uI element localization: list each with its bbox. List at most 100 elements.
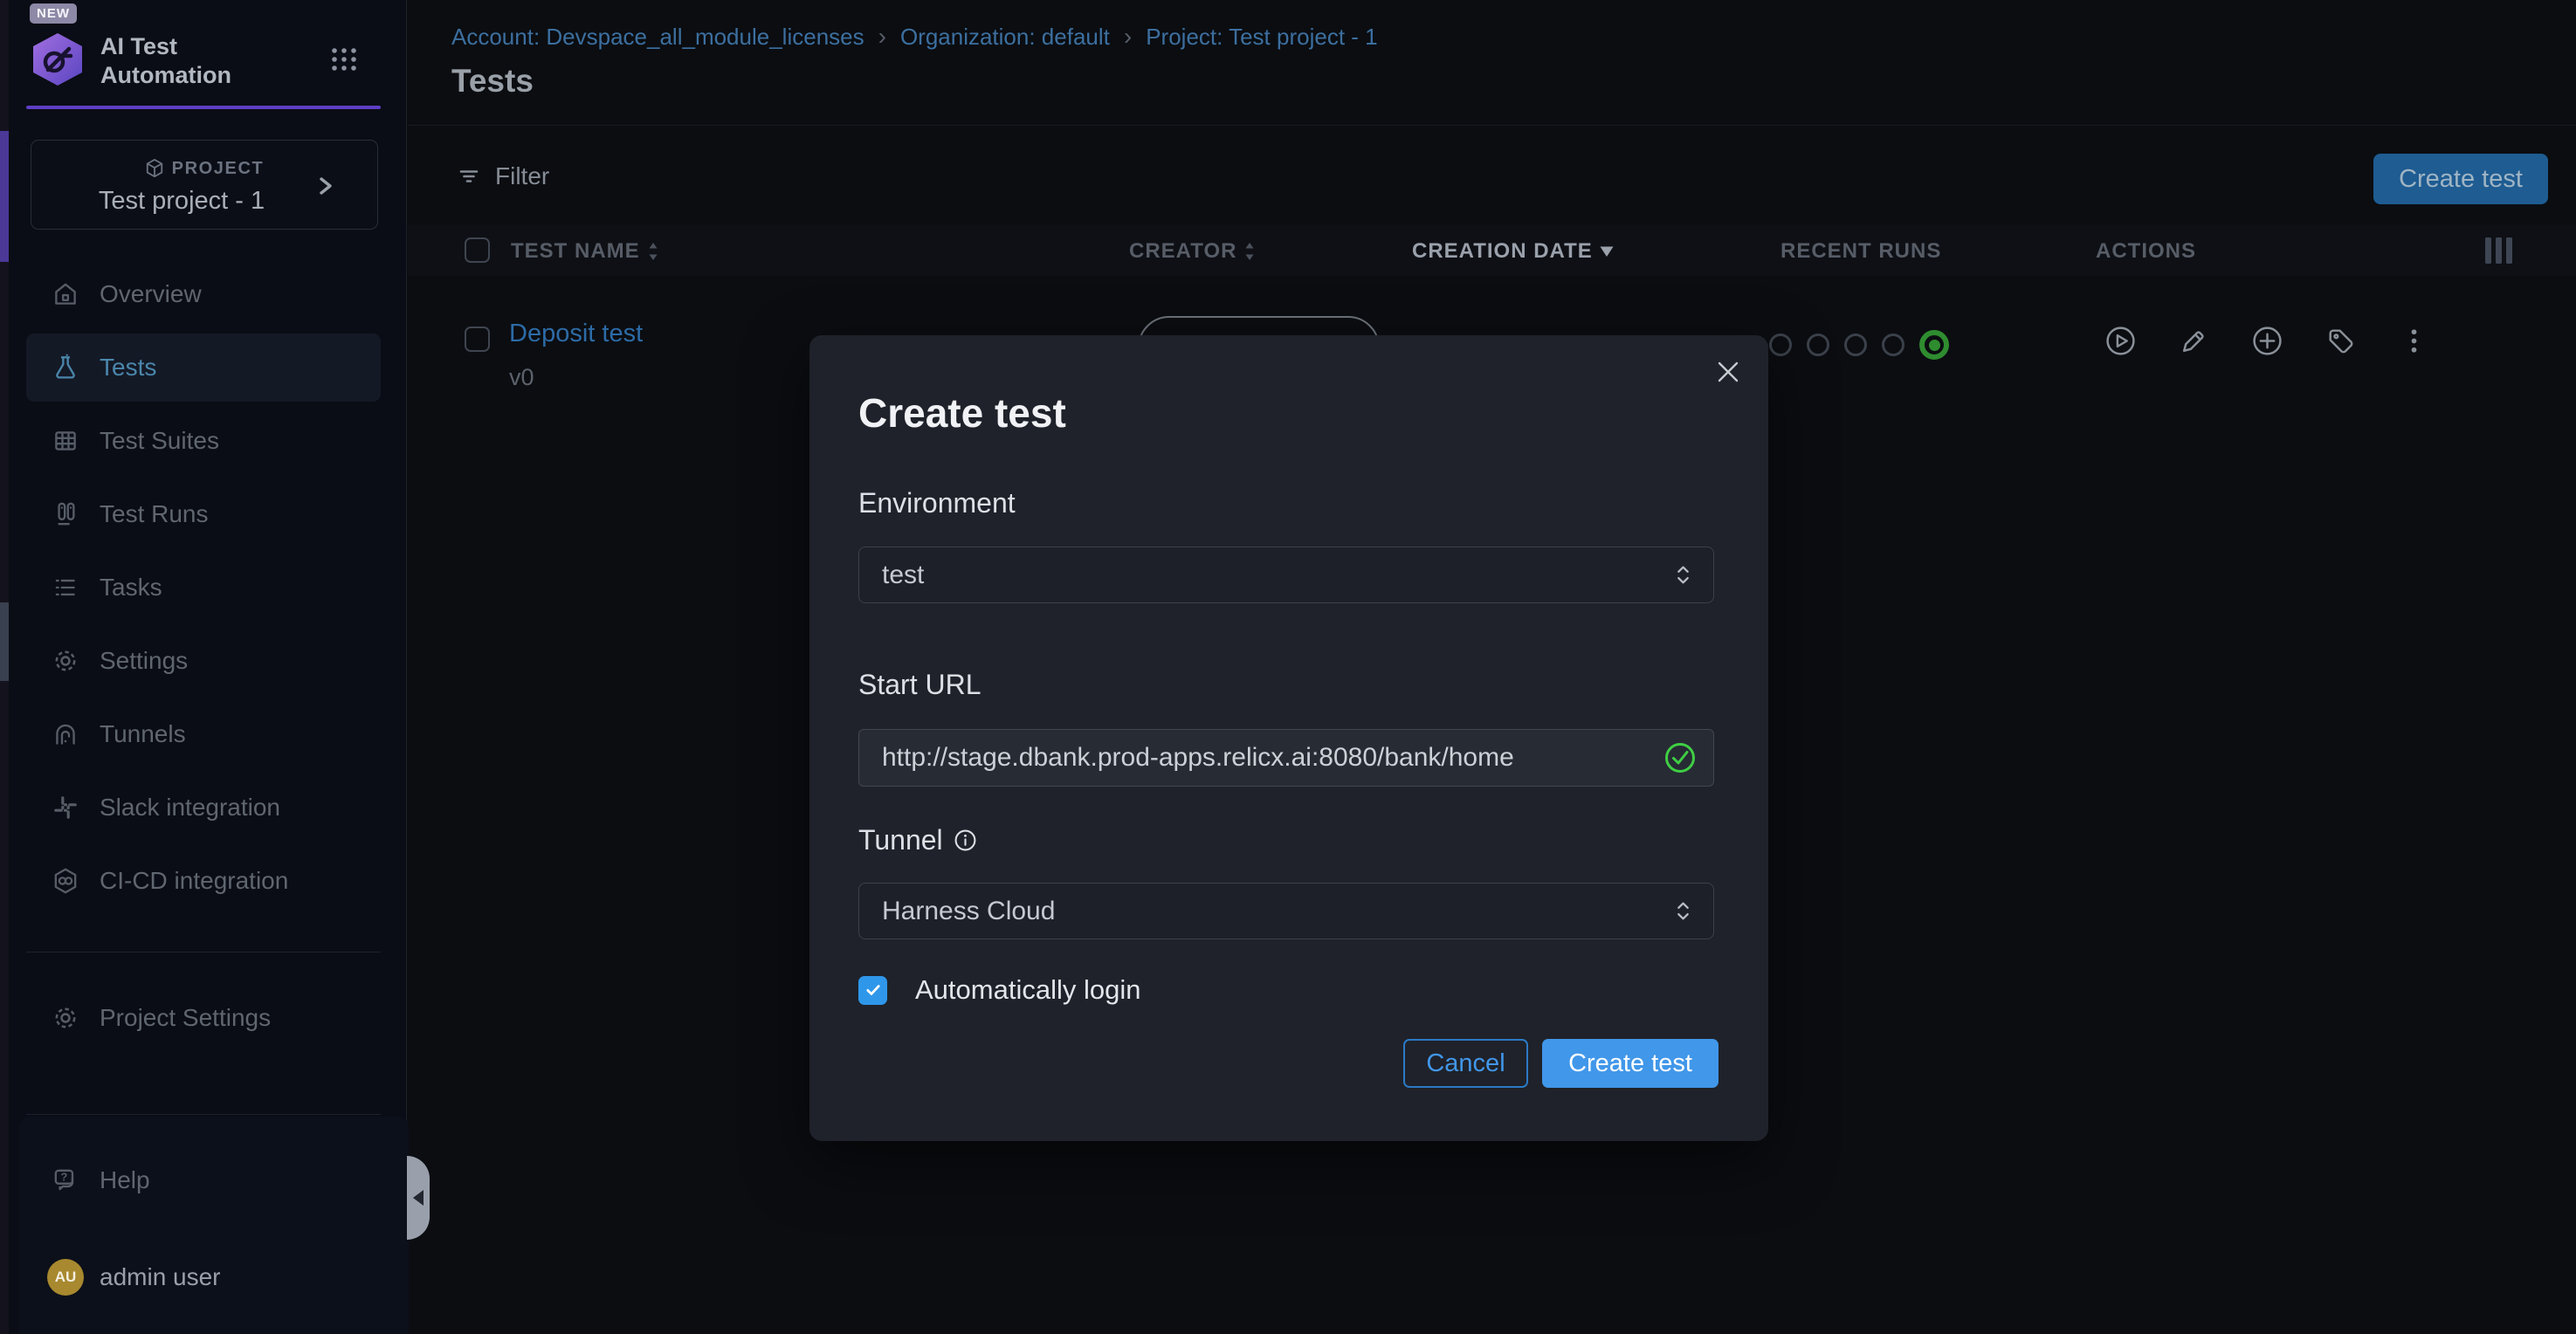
- start-url-input[interactable]: [882, 743, 1663, 773]
- rail-purple-indicator: [0, 131, 9, 262]
- sidebar-item-help[interactable]: ? Help: [26, 1146, 381, 1214]
- app-logo-icon: [31, 31, 85, 87]
- filter-button[interactable]: Filter: [456, 162, 549, 190]
- cancel-button[interactable]: Cancel: [1403, 1039, 1528, 1088]
- environment-value: test: [882, 560, 924, 590]
- test-runs-icon: [51, 499, 80, 529]
- sidebar-item-project-settings[interactable]: Project Settings: [26, 984, 381, 1052]
- column-header-recent-runs: RECENT RUNS: [1780, 239, 1941, 264]
- more-options-icon[interactable]: [2398, 325, 2430, 357]
- chevron-right-icon: [316, 172, 335, 200]
- sort-desc-icon: [1600, 246, 1614, 257]
- sidebar-item-label: Tests: [100, 354, 156, 382]
- sidebar: NEW AI Test Automation: [9, 0, 407, 1334]
- environment-select[interactable]: test: [858, 547, 1714, 603]
- run-status-empty-icon[interactable]: [1844, 334, 1867, 356]
- sidebar-item-tunnels[interactable]: Tunnels: [26, 700, 381, 768]
- column-header-actions: ACTIONS: [2096, 239, 2196, 264]
- column-header-creation-date[interactable]: CREATION DATE: [1412, 239, 1614, 264]
- recent-runs-cell: [1769, 330, 1949, 360]
- sidebar-divider: [26, 1114, 381, 1115]
- sidebar-item-label: Tasks: [100, 574, 162, 602]
- select-chevrons-icon: [1676, 563, 1691, 587]
- sidebar-item-label: Slack integration: [100, 794, 280, 822]
- cube-icon: [145, 158, 164, 179]
- create-test-button-toolbar[interactable]: Create test: [2373, 154, 2548, 204]
- home-icon: [51, 279, 80, 309]
- sidebar-item-label: Overview: [100, 280, 202, 308]
- tunnel-icon: [51, 719, 80, 749]
- sidebar-item-label: Test Suites: [100, 427, 219, 455]
- task-list-icon: [51, 573, 80, 602]
- breadcrumb-organization-link[interactable]: Organization: default: [900, 24, 1110, 51]
- create-test-modal: Create test Environment test Start URL T…: [809, 335, 1768, 1141]
- user-menu[interactable]: AU admin user: [26, 1243, 381, 1311]
- sidebar-item-label: Tunnels: [100, 720, 186, 748]
- gear-icon: [51, 646, 80, 676]
- row-checkbox[interactable]: [465, 327, 490, 352]
- sidebar-item-test-runs[interactable]: Test Runs: [26, 480, 381, 548]
- project-label: PROJECT: [172, 159, 265, 179]
- filter-icon: [456, 163, 482, 189]
- add-icon[interactable]: [2251, 325, 2283, 357]
- sidebar-item-tests[interactable]: Tests: [26, 334, 381, 402]
- table-header: TEST NAME CREATOR CREATION DATE RECENT R…: [408, 225, 2576, 276]
- create-test-submit-button[interactable]: Create test: [1542, 1039, 1718, 1088]
- tunnel-label-row: Tunnel: [858, 824, 977, 856]
- run-status-empty-icon[interactable]: [1807, 334, 1829, 356]
- auto-login-checkbox[interactable]: [858, 976, 887, 1005]
- column-header-creator[interactable]: CREATOR: [1129, 239, 1256, 264]
- sidebar-item-overview[interactable]: Overview: [26, 260, 381, 328]
- start-url-field: [858, 729, 1714, 787]
- info-icon[interactable]: [954, 829, 977, 852]
- tag-icon[interactable]: [2325, 325, 2357, 357]
- breadcrumb-account-link[interactable]: Account: Devspace_all_module_licenses: [451, 24, 864, 51]
- tunnel-label: Tunnel: [858, 824, 943, 856]
- column-settings-icon[interactable]: [2485, 237, 2512, 264]
- new-badge: NEW: [30, 3, 77, 24]
- run-status-empty-icon[interactable]: [1769, 334, 1792, 356]
- url-valid-check-icon: [1663, 740, 1698, 775]
- select-all-checkbox[interactable]: [465, 237, 490, 263]
- breadcrumb: Account: Devspace_all_module_licenses › …: [451, 23, 1378, 51]
- svg-text:?: ?: [61, 1171, 68, 1184]
- flask-icon: [51, 353, 80, 382]
- project-name: Test project - 1: [31, 187, 332, 216]
- slack-icon: [51, 793, 80, 822]
- cicd-hexagon-link-icon: [51, 866, 80, 896]
- edit-icon[interactable]: [2178, 325, 2210, 357]
- chevron-left-icon: [413, 1190, 424, 1206]
- breadcrumb-project-link[interactable]: Project: Test project - 1: [1146, 24, 1377, 51]
- run-status-passed-icon[interactable]: [1919, 330, 1949, 360]
- tunnel-value: Harness Cloud: [882, 897, 1055, 926]
- sidebar-item-tasks[interactable]: Tasks: [26, 554, 381, 622]
- run-status-empty-icon[interactable]: [1882, 334, 1904, 356]
- column-header-test-name[interactable]: TEST NAME: [511, 239, 659, 264]
- sort-icon: [1243, 241, 1256, 262]
- sidebar-item-label: CI-CD integration: [100, 867, 288, 895]
- avatar: AU: [47, 1259, 84, 1296]
- page-title: Tests: [451, 63, 534, 100]
- run-test-icon[interactable]: [2104, 325, 2137, 357]
- user-name: admin user: [100, 1263, 221, 1291]
- select-chevrons-icon: [1676, 899, 1691, 923]
- sidebar-item-settings[interactable]: Settings: [26, 627, 381, 695]
- start-url-label: Start URL: [858, 669, 981, 701]
- sort-icon: [647, 241, 659, 262]
- sidebar-collapse-handle[interactable]: [407, 1156, 430, 1240]
- project-selector[interactable]: PROJECT Test project - 1: [31, 140, 378, 230]
- header-divider: [408, 125, 2576, 126]
- app-title: AI Test Automation: [100, 32, 231, 90]
- sidebar-item-test-suites[interactable]: Test Suites: [26, 407, 381, 475]
- test-name-link[interactable]: Deposit test: [509, 320, 643, 348]
- sidebar-item-cicd-integration[interactable]: CI-CD integration: [26, 847, 381, 915]
- modal-title: Create test: [858, 389, 1066, 437]
- test-version: v0: [509, 364, 534, 391]
- gear-icon: [51, 1003, 80, 1033]
- app-launcher-icon[interactable]: [330, 45, 358, 73]
- sidebar-item-label: Test Runs: [100, 500, 209, 528]
- close-icon[interactable]: [1714, 358, 1742, 386]
- tunnel-select[interactable]: Harness Cloud: [858, 883, 1714, 939]
- sidebar-item-slack-integration[interactable]: Slack integration: [26, 774, 381, 842]
- grid-table-icon: [51, 426, 80, 456]
